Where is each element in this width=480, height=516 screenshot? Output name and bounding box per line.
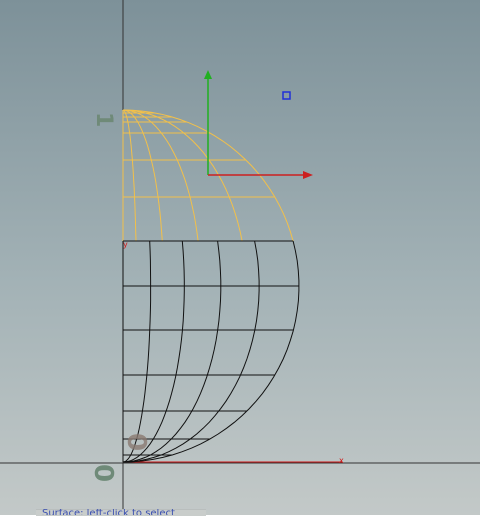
wire-meridian-lower <box>122 240 185 463</box>
gizmo-y-arrow-head[interactable] <box>204 70 212 79</box>
wire-meridian-lower <box>122 240 260 463</box>
wire-meridian-upper <box>122 109 137 242</box>
status-text: Surface: left-click to select <box>42 509 175 515</box>
axis-x-letter: x <box>339 456 344 465</box>
wire-meridian-lower <box>122 240 222 463</box>
3d-viewport[interactable]: xy 1 0 0 Surface: left-click to select <box>0 0 480 516</box>
wire-meridian-lower <box>122 240 300 463</box>
gizmo-x-arrow-head[interactable] <box>303 171 313 179</box>
viewport-canvas[interactable]: xy <box>0 0 480 515</box>
control-point-handle[interactable] <box>282 91 291 100</box>
wire-meridian-lower <box>122 240 152 463</box>
